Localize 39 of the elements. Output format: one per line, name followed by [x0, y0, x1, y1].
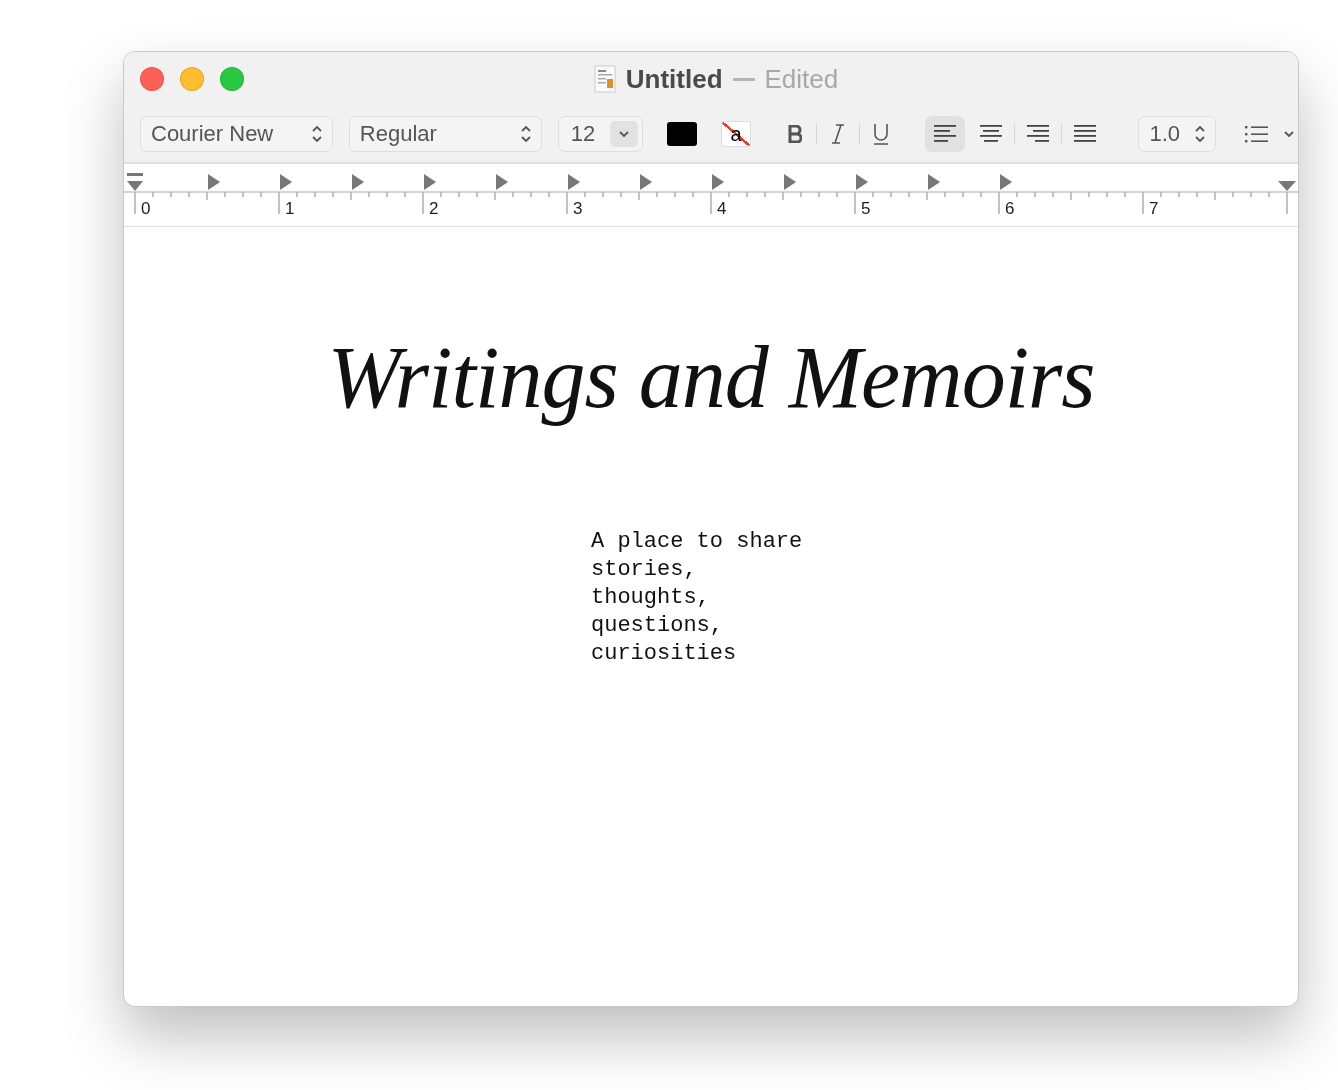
document-heading: Writings and Memoirs — [327, 328, 1095, 428]
text-color-swatch[interactable] — [667, 122, 698, 146]
align-left-icon — [932, 125, 957, 143]
line-spacing-select[interactable]: 1.0 — [1138, 116, 1216, 152]
font-family-select[interactable]: Courier New — [140, 116, 333, 152]
edited-status: Edited — [764, 63, 839, 95]
title-dash — [732, 77, 755, 81]
align-right-icon — [1025, 125, 1050, 143]
align-justify-icon — [1072, 125, 1097, 143]
italic-icon — [830, 124, 845, 144]
alignment-button[interactable] — [924, 116, 965, 152]
ruler-number: 1 — [285, 199, 295, 218]
ruler-number: 2 — [429, 199, 439, 218]
stepper-arrows-icon — [311, 125, 322, 143]
font-size-field[interactable]: 12 — [557, 116, 644, 152]
ruler-number: 7 — [1149, 199, 1159, 218]
ruler-number: 0 — [141, 199, 151, 218]
size-dropdown-button[interactable] — [610, 121, 639, 147]
document-icon — [593, 65, 616, 93]
underline-icon — [872, 123, 889, 145]
stepper-arrows-icon — [520, 125, 531, 143]
ruler-number: 4 — [717, 199, 727, 218]
close-button[interactable] — [140, 67, 164, 91]
font-style-select[interactable]: Regular — [348, 116, 542, 152]
ruler-number: 6 — [1005, 199, 1015, 218]
body-text-line: A place to share — [591, 528, 804, 556]
ruler-number: 3 — [573, 199, 583, 218]
bullet-list-icon — [1245, 125, 1269, 143]
bold-icon — [787, 125, 802, 143]
window-title: Untitled — [625, 63, 723, 95]
align-center-icon — [978, 125, 1003, 143]
body-text-line: thoughts, — [591, 584, 711, 612]
stepper-arrows-icon — [1195, 125, 1205, 143]
chevron-down-icon — [1283, 130, 1295, 138]
body-text-line: stories, — [591, 556, 698, 584]
chevron-down-icon — [618, 130, 631, 138]
body-text-line: questions, — [591, 612, 725, 640]
body-text-line: curiosities — [591, 640, 738, 668]
ruler-number: 5 — [861, 199, 871, 218]
